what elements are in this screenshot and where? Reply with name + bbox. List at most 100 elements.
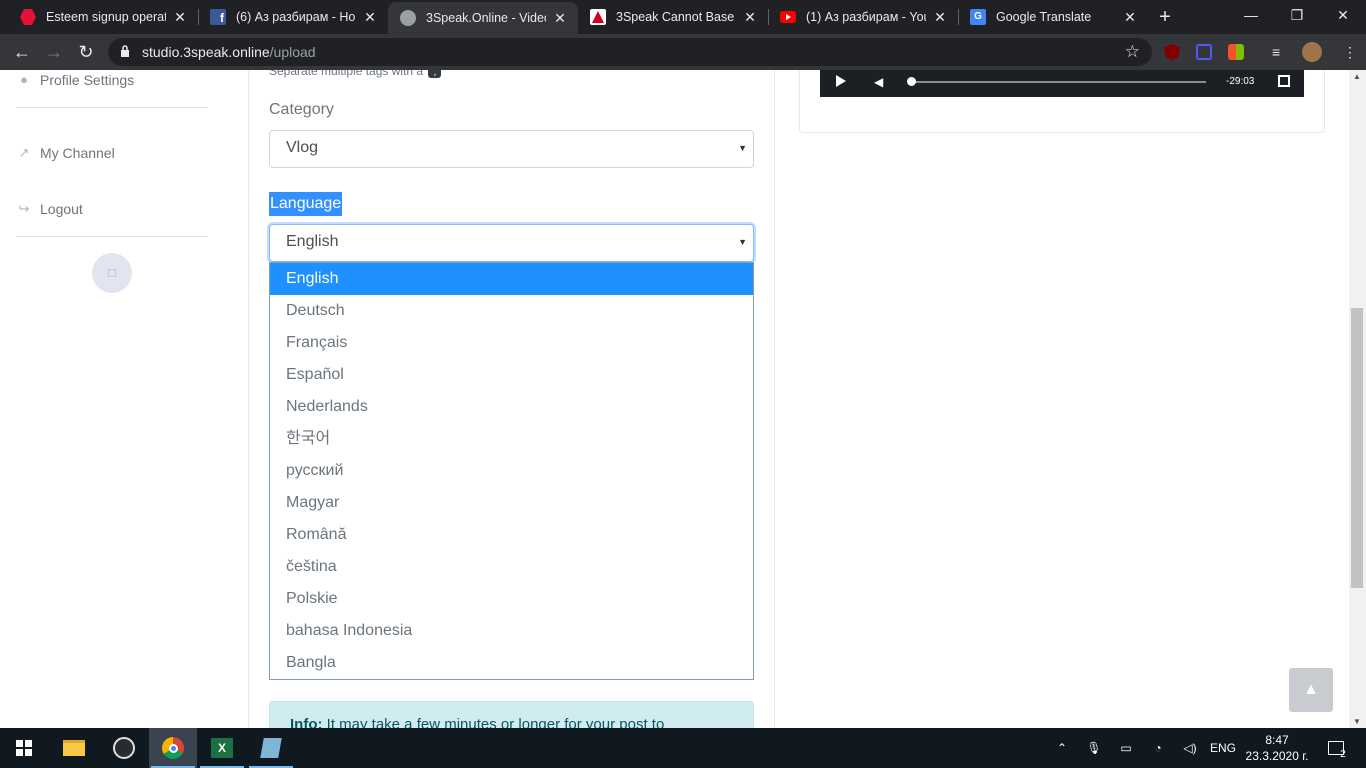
sidebar-item-label: Logout — [40, 201, 83, 217]
volume-icon[interactable]: ◁) — [1180, 728, 1200, 768]
category-select[interactable]: Vlog ▼ — [269, 130, 754, 168]
seek-handle[interactable] — [907, 77, 916, 86]
new-tab-button[interactable]: + — [1154, 6, 1176, 28]
obs-icon[interactable] — [100, 728, 148, 768]
reload-button[interactable]: ↻ — [74, 40, 98, 64]
sidebar-item-logout[interactable]: ↪ Logout — [16, 201, 83, 217]
volume-mute-icon[interactable]: ◀ — [874, 75, 883, 89]
language-option[interactable]: bahasa Indonesia — [270, 615, 753, 647]
scrollbar-thumb[interactable] — [1351, 308, 1363, 588]
youtube-icon — [780, 11, 796, 23]
language-option[interactable]: 한국어 — [270, 423, 753, 455]
close-icon[interactable]: ✕ — [362, 9, 378, 26]
tab-google-translate[interactable]: G Google Translate ✕ — [958, 0, 1148, 34]
fullscreen-icon[interactable] — [1278, 75, 1290, 87]
notification-count: 2 — [1340, 748, 1346, 760]
tags-hint-text: Separate multiple tags with a — [269, 70, 424, 78]
play-icon[interactable] — [836, 75, 846, 87]
language-option[interactable]: English — [270, 263, 753, 295]
clock-date: 23.3.2020 г. — [1245, 749, 1309, 763]
sidebar-item-label: Profile Settings — [40, 72, 135, 88]
tags-hint: Separate multiple tags with a , — [269, 70, 442, 78]
close-icon[interactable]: ✕ — [932, 9, 948, 26]
avatar[interactable] — [1302, 42, 1322, 62]
scroll-up-icon[interactable]: ▲ — [1353, 72, 1361, 81]
microphone-icon[interactable]: 🎙︎ — [1084, 728, 1104, 768]
excel-icon[interactable]: X — [198, 728, 246, 768]
tab-esteem[interactable]: Esteem signup operatin ✕ — [8, 0, 198, 34]
ublock-icon[interactable] — [1164, 44, 1180, 60]
back-button[interactable]: ← — [10, 40, 34, 64]
sidebar-item-label: My Channel — [40, 145, 115, 161]
close-window-button[interactable]: ✕ — [1320, 0, 1366, 32]
language-option[interactable]: čeština — [270, 551, 753, 583]
info-alert: Info: It may take a few minutes or longe… — [269, 701, 754, 728]
google-translate-icon: G — [970, 9, 986, 25]
tab-3speak-upload[interactable]: 3Speak.Online - Video I ✕ — [388, 2, 578, 34]
forward-button[interactable]: → — [42, 40, 66, 64]
shield-extension-icon[interactable] — [1196, 44, 1212, 60]
close-icon[interactable]: ✕ — [172, 9, 188, 26]
close-icon[interactable]: ✕ — [552, 10, 568, 27]
tags-hint-key: , — [428, 70, 442, 78]
close-icon[interactable]: ✕ — [1122, 9, 1138, 26]
video-seek-bar[interactable] — [910, 81, 1206, 83]
language-option[interactable]: русский — [270, 455, 753, 487]
windows-taskbar: X ⌃ 🎙︎ ▭ ◔ ◁) ENG 8:47 23.3.2020 г. 2 — [0, 728, 1366, 768]
windows-extension-icon[interactable] — [1228, 44, 1244, 60]
tab-title: Esteem signup operatin — [46, 10, 166, 24]
sidebar-item-profile-settings[interactable]: ● Profile Settings — [16, 72, 134, 88]
sidebar-item-my-channel[interactable]: ↗ My Channel — [16, 145, 115, 161]
facebook-icon: f — [210, 9, 226, 25]
language-dropdown-list: English Deutsch Français Español Nederlands 한… — [269, 262, 754, 680]
notepad-icon[interactable] — [247, 728, 295, 768]
scroll-down-icon[interactable]: ▼ — [1353, 717, 1361, 726]
language-select[interactable]: English ▼ — [269, 224, 754, 262]
minimize-button[interactable]: — — [1228, 0, 1274, 32]
show-hidden-icons-button[interactable]: ⌃ — [1052, 728, 1072, 768]
language-option[interactable]: Español — [270, 359, 753, 391]
chevron-down-icon: ▼ — [738, 237, 747, 247]
sidebar-divider — [16, 236, 208, 237]
media-control-icon[interactable]: ≡ — [1272, 44, 1288, 60]
windows-logo-icon — [16, 740, 32, 756]
language-option[interactable]: Magyar — [270, 487, 753, 519]
chrome-icon[interactable] — [149, 728, 197, 768]
sign-out-icon: ↪ — [18, 201, 30, 216]
language-option[interactable]: Français — [270, 327, 753, 359]
tab-facebook[interactable]: f (6) Аз разбирам - Hom ✕ — [198, 0, 388, 34]
page-scrollbar[interactable]: ▲ ▼ — [1349, 70, 1366, 728]
user-icon: ● — [20, 72, 28, 87]
notifications-icon[interactable]: 2 — [1322, 728, 1352, 768]
close-icon[interactable]: ✕ — [742, 9, 758, 26]
language-option[interactable]: Polskie — [270, 583, 753, 615]
tab-youtube[interactable]: (1) Аз разбирам - YouT ✕ — [768, 0, 958, 34]
language-option[interactable]: Nederlands — [270, 391, 753, 423]
file-explorer-icon[interactable] — [50, 728, 98, 768]
address-bar[interactable]: studio.3speak.online/upload ☆ — [108, 38, 1152, 66]
system-clock[interactable]: 8:47 23.3.2020 г. — [1236, 732, 1318, 764]
sidebar-toggle-button[interactable] — [92, 253, 132, 293]
input-language-indicator[interactable]: ENG — [1206, 728, 1240, 768]
browser-toolbar: ← → ↻ studio.3speak.online/upload ☆ ≡ ⋮ — [0, 34, 1366, 70]
square-icon — [108, 269, 116, 277]
steem-icon — [590, 9, 606, 25]
language-option[interactable]: Română — [270, 519, 753, 551]
battery-icon[interactable]: ▭ — [1116, 728, 1136, 768]
language-option[interactable]: Deutsch — [270, 295, 753, 327]
tab-title: (6) Аз разбирам - Hom — [236, 10, 356, 24]
bookmark-star-icon[interactable]: ☆ — [1125, 42, 1140, 62]
language-option[interactable]: Bangla — [270, 647, 753, 679]
info-prefix: Info: — [290, 716, 323, 728]
tab-3speak-article[interactable]: 3Speak Cannot Base Its ✕ — [578, 0, 768, 34]
sidebar-divider — [16, 107, 208, 108]
wifi-icon[interactable]: ◔ — [1148, 728, 1168, 768]
video-time: -29:03 — [1226, 76, 1255, 87]
scroll-to-top-button[interactable]: ▲ — [1289, 668, 1333, 712]
restore-button[interactable]: ❐ — [1274, 0, 1320, 32]
globe-icon — [400, 10, 416, 26]
menu-icon[interactable]: ⋮ — [1342, 44, 1358, 60]
category-value: Vlog — [286, 139, 319, 156]
language-label: Language — [269, 192, 343, 216]
start-icon[interactable] — [0, 728, 48, 768]
